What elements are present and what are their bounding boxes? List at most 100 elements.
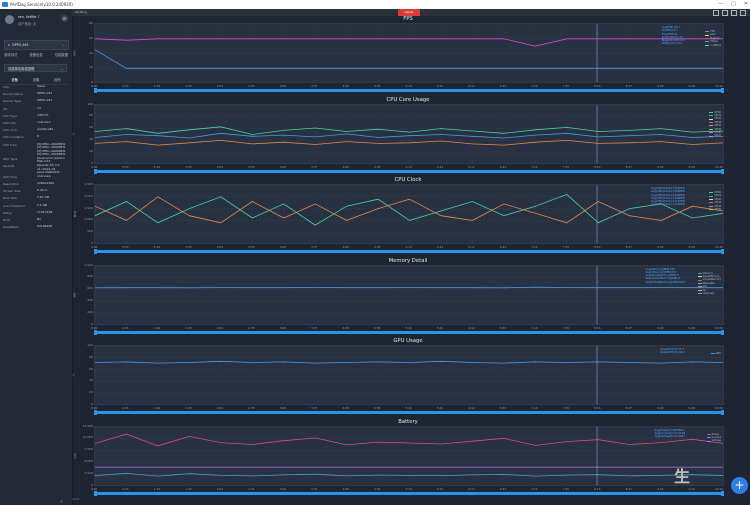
x-tick-label: 5:41 <box>436 84 444 88</box>
x-tick-label: 9:49 <box>688 164 695 169</box>
avatar[interactable] <box>5 15 14 24</box>
chart-plot[interactable]: Avg(GPU)[%]:72.3 Peak(GPU)[%]:80.4 GPU <box>94 345 724 405</box>
legend-swatch <box>697 272 702 274</box>
legend-item[interactable]: >100ms <box>705 44 721 47</box>
chart-legend: FPS Jank BigJank FTime >100ms <box>705 30 721 47</box>
legend-item[interactable]: CPU5 <box>709 208 721 211</box>
info-key: Device Type <box>3 99 22 104</box>
chart-plot[interactable]: CPU0 CPU1 CPU2 CPU3 CPU4 CPU5 CPU6 CPU7 <box>94 103 724 164</box>
y-tick-label: 7,500 <box>84 447 93 452</box>
chart-panel: GPU Usage Avg(GPU)[%]:72.3 Peak(GPU)[%]:80… <box>71 338 730 419</box>
chart-plot[interactable]: Avg(CPU0Clock):1352MHz Avg(CPU1Clock):135… <box>94 184 724 244</box>
legend-item[interactable]: Unknown <box>697 292 721 295</box>
tab-info-other[interactable]: 其他 <box>54 77 61 82</box>
info-row: CPU Arch arm64-v8a <box>3 127 69 135</box>
x-tick-label: 5:10 <box>405 486 412 491</box>
x-tick-label: 3:06 <box>279 406 286 410</box>
time-range-slider[interactable] <box>94 410 724 415</box>
legend-swatch <box>709 192 714 194</box>
info-row: GPU Freq unknown <box>3 174 69 182</box>
time-range-slider[interactable] <box>94 490 724 496</box>
chart-svg <box>95 24 723 82</box>
y-tick-label: 1,000 <box>84 217 93 222</box>
tab-info-device[interactable]: 设备 <box>11 77 18 82</box>
x-tick-label: 7:45 <box>562 325 570 330</box>
maximize-button[interactable]: □ <box>731 0 736 9</box>
stats-tooltip: Avg(Memory)[MB]:632 Peak(Memory)[MB]:655 A… <box>646 268 685 284</box>
tab-mode-1[interactable]: 设备信息 <box>29 52 42 57</box>
chart-plot[interactable]: Avg(Memory)[MB]:632 Peak(Memory)[MB]:655 A… <box>94 264 724 325</box>
info-row: OpenGL OpenGL ES 3.2 v1.r32p1-01 eac0.3a8… <box>3 163 69 175</box>
x-tick-label: 4:39 <box>374 486 381 491</box>
legend-item[interactable]: CPU7 <box>709 134 721 137</box>
x-tick-label: 3:06 <box>279 486 286 491</box>
y-tick-label: 500 <box>87 229 93 234</box>
legend-swatch <box>705 31 710 33</box>
collapse-sidebar-button[interactable]: « <box>60 499 63 505</box>
x-tick-label: 7:14 <box>531 406 538 410</box>
x-tick-label: 6:12 <box>468 164 475 169</box>
info-key: CPU Info <box>3 120 16 125</box>
x-tick-label: 3:37 <box>311 486 318 491</box>
x-tick-label: 6:43 <box>499 84 507 88</box>
x-tick-label: 6:12 <box>468 325 475 330</box>
close-button[interactable]: ✕ <box>744 0 748 9</box>
chart-legend: CPU0 CPU1 CPU2 CPU3 CPU4 CPU5 <box>709 191 721 211</box>
time-range-slider[interactable] <box>94 249 724 254</box>
y-tick-label: 600 <box>87 286 93 291</box>
y-axis-label: % <box>71 132 76 135</box>
x-tick-label: 1:33 <box>185 325 192 330</box>
minimize-button[interactable]: — <box>718 0 723 9</box>
topstrip-tag: PerfDog <box>75 10 87 14</box>
folder-icon[interactable] <box>740 10 746 16</box>
device-select[interactable]: OPPO A91 ⌄ <box>4 40 69 50</box>
info-row: SerialNum 9d1a8296 <box>3 224 69 232</box>
time-range-slider[interactable] <box>94 88 724 93</box>
info-header-key: Info <box>3 85 9 89</box>
x-tick-label: 4:39 <box>374 406 381 410</box>
app-select[interactable]: 请选择应用或进程 ⌄ <box>4 64 67 72</box>
x-tick-label: 1:02 <box>153 84 161 88</box>
time-range-slider[interactable] <box>94 168 724 174</box>
chart-title: Battery <box>398 418 418 425</box>
device-name: OPPO A91 <box>12 43 29 47</box>
info-key: Setup <box>3 210 12 215</box>
y-tick-label: 60 <box>89 125 93 130</box>
legend-item[interactable]: GPU <box>710 352 721 355</box>
user-settings-button[interactable]: ⚙ <box>61 15 68 22</box>
export-icon[interactable] <box>731 10 737 16</box>
chart-title: FPS <box>403 16 413 22</box>
add-chart-button[interactable]: + <box>731 477 748 494</box>
tab-mode-2[interactable]: 性能数据 <box>55 52 68 57</box>
legend-swatch <box>710 353 715 355</box>
chart-legend: GPU <box>710 352 721 355</box>
legend-swatch <box>706 440 711 442</box>
tab-mode-0[interactable]: 游戏测试 <box>4 52 17 57</box>
chart-plot[interactable]: Avg(FPS):60.1 Var(FPS):2.3 Drop(FPS):0 Jank… <box>94 23 724 83</box>
chart-panel: Battery Avg(Power)[mW]:8821 Avg(Current)[m… <box>73 418 730 500</box>
x-tick-label: 1:02 <box>153 325 161 330</box>
chart-panel: CPU Clock Avg(CPU0Clock):1352MHz Avg(CPU1C… <box>73 177 730 258</box>
x-tick-label: 1:02 <box>153 245 161 249</box>
chart-plot[interactable]: Avg(Power)[mW]:8821 Avg(Current)[mA]:2168… <box>94 425 724 486</box>
info-key: CPU Type <box>3 113 17 118</box>
legend-swatch <box>697 279 702 281</box>
stats-tooltip: Avg(FPS):60.1 Var(FPS):2.3 Drop(FPS):0 Jank… <box>662 26 685 46</box>
y-tick-label: 200 <box>87 309 93 314</box>
x-tick-label: 1:33 <box>185 84 192 88</box>
x-tick-label: 3:06 <box>279 245 286 249</box>
time-range-slider[interactable] <box>94 329 724 335</box>
tab-info-settings[interactable]: 设置 <box>33 77 40 82</box>
legend-item[interactable]: Voltage <box>706 439 721 442</box>
x-tick-label: 6:43 <box>499 486 507 491</box>
y-axis-label: mW <box>72 452 77 459</box>
y-tick-label: 1,500 <box>84 205 93 210</box>
legend-swatch <box>709 111 714 113</box>
x-tick-label: 0:31 <box>122 84 129 88</box>
label-marker[interactable]: label1 <box>398 9 420 16</box>
x-tick-label: 5:41 <box>436 164 444 169</box>
x-tick-label: 2:04 <box>216 486 224 491</box>
x-tick-label: 3:37 <box>311 406 318 410</box>
x-tick-label: 5:10 <box>405 164 412 169</box>
x-tick-label: 8:47 <box>625 164 632 169</box>
